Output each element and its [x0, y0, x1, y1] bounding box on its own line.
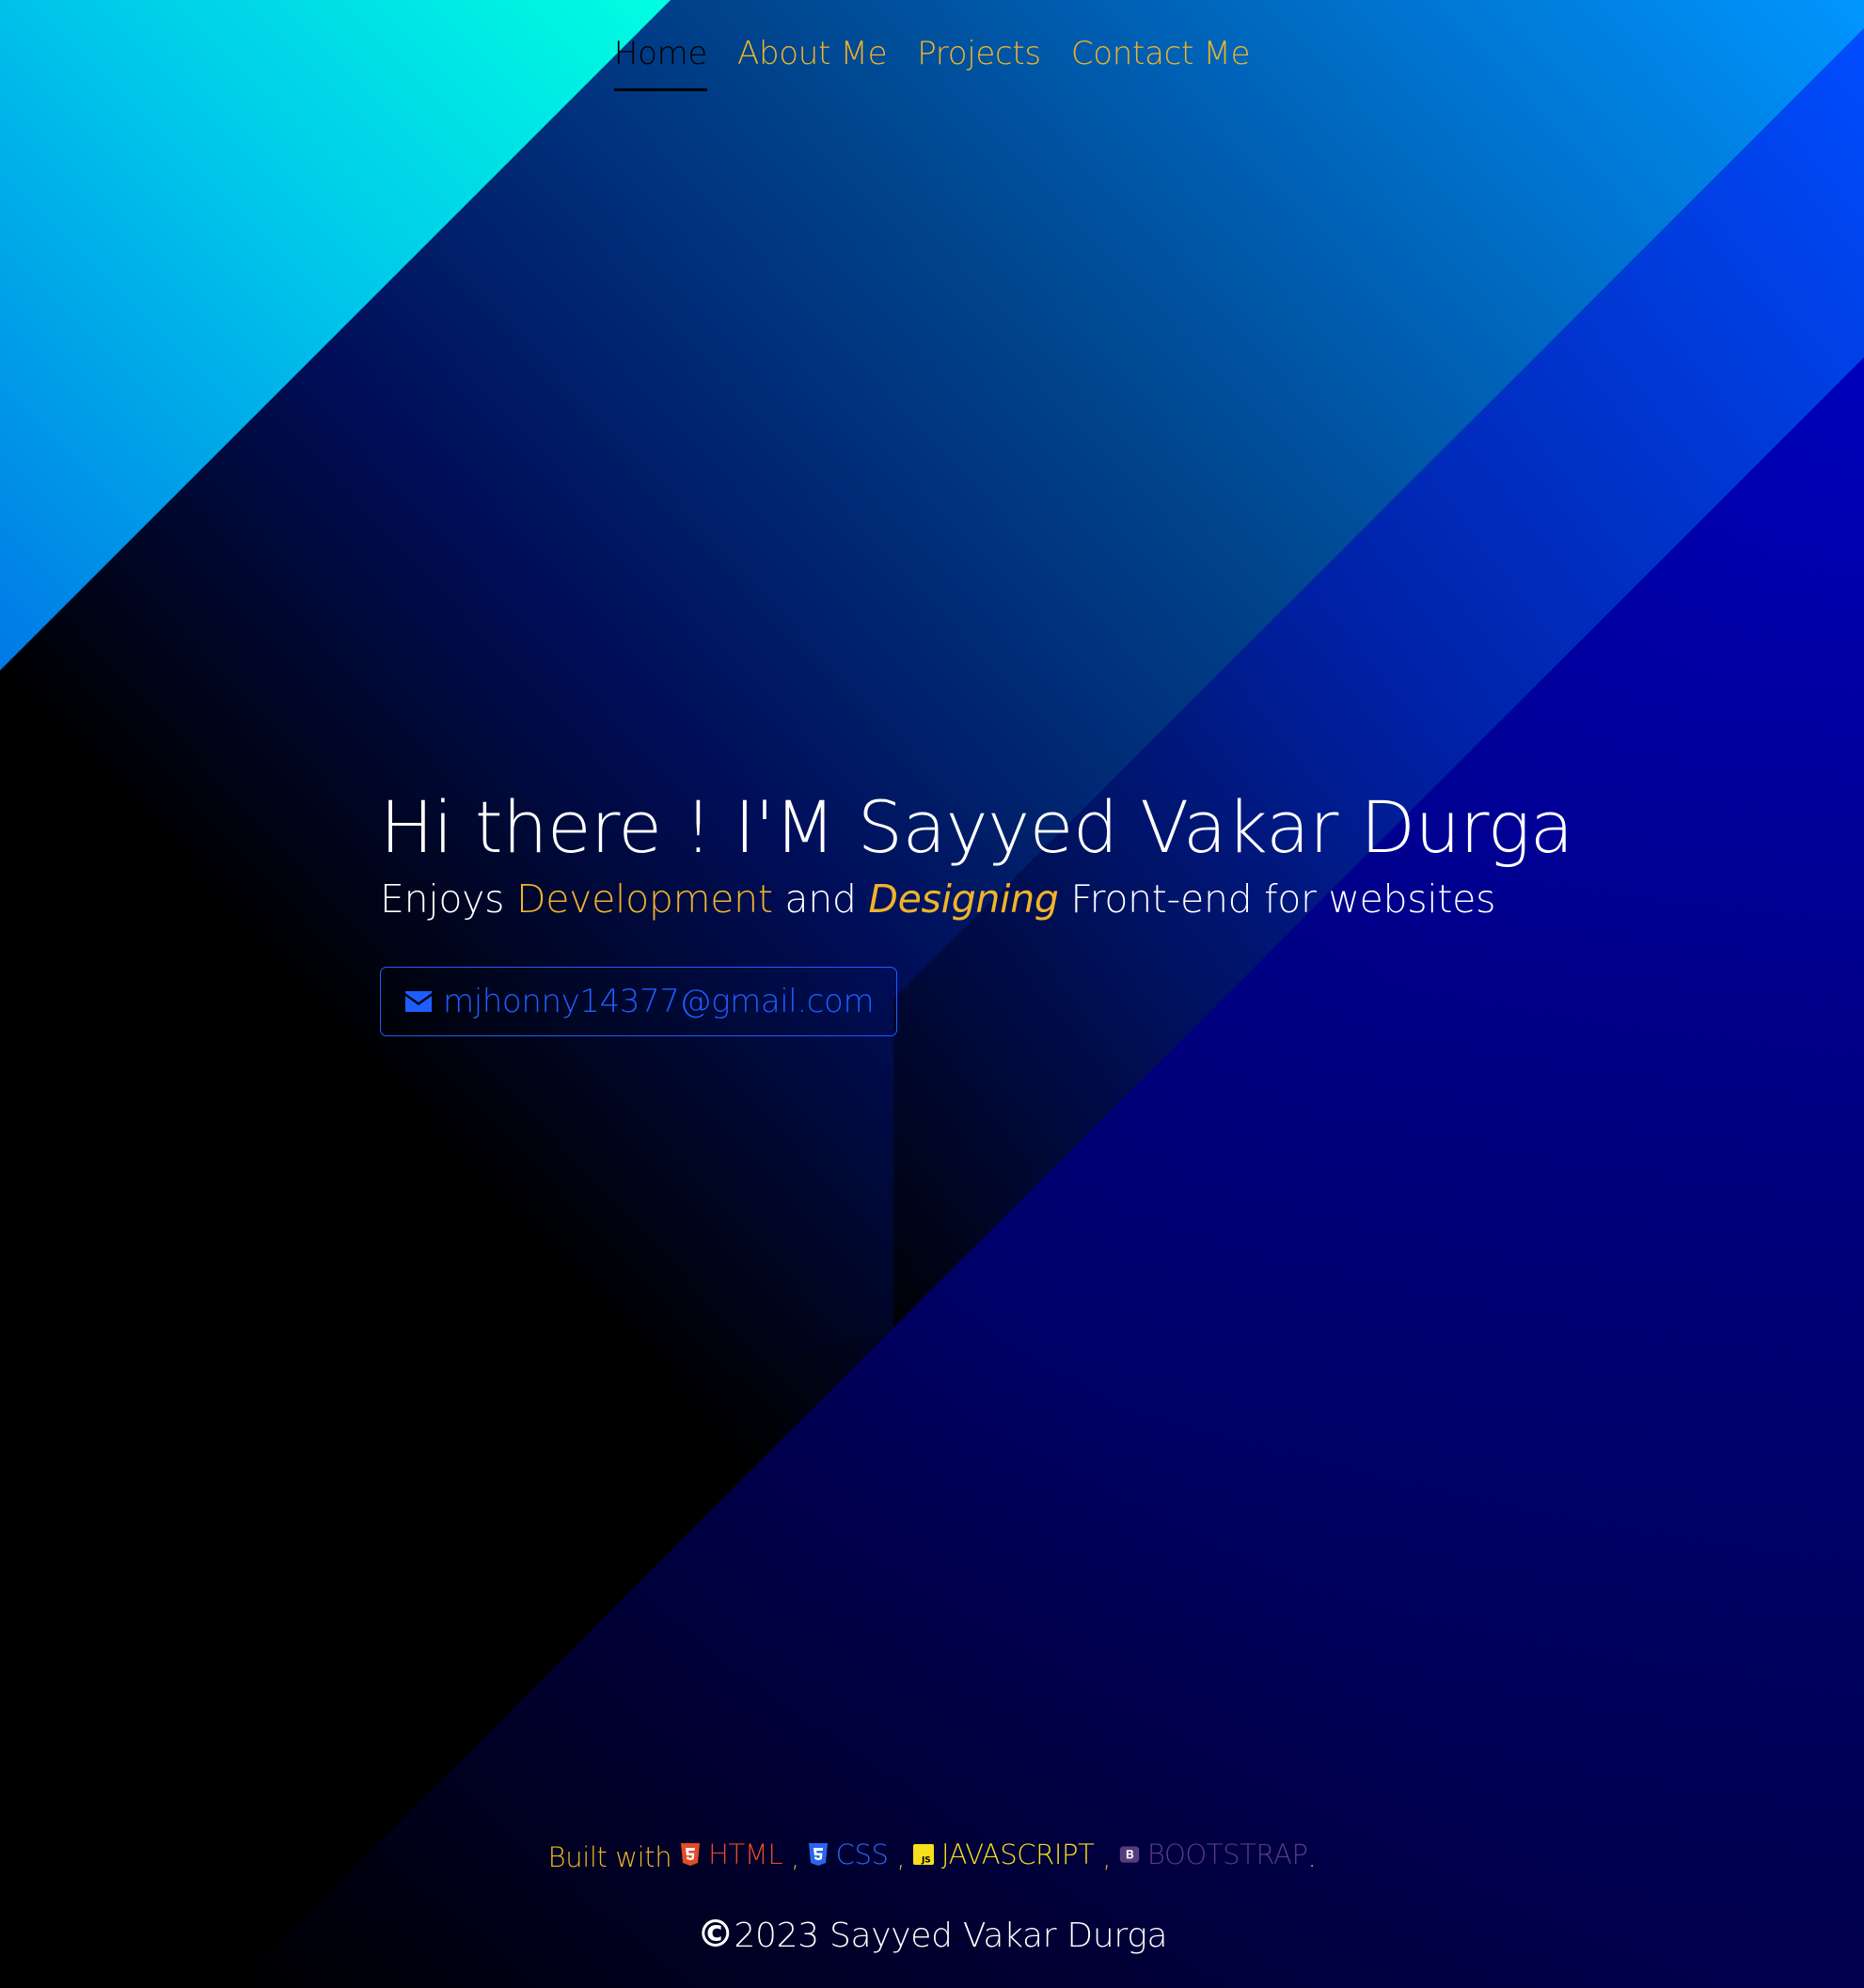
hero-subtitle: Enjoys Development and Designing Front-e… — [380, 873, 1603, 925]
built-with-label: Built with — [547, 1841, 672, 1873]
main-navigation: Home About Me Projects Contact Me — [0, 32, 1864, 91]
nav-link-contact-me[interactable]: Contact Me — [1071, 32, 1251, 88]
tech-html: HTML — [680, 1836, 783, 1873]
tech-html-label: HTML — [708, 1838, 783, 1870]
tech-javascript: JS JAVASCRIPT — [912, 1836, 1095, 1873]
nav-list: Home About Me Projects Contact Me — [613, 32, 1251, 91]
css3-icon — [808, 1843, 828, 1866]
svg-text:JS: JS — [921, 1854, 930, 1865]
hero-section: Hi there ! I'M Sayyed Vakar Durga Enjoys… — [380, 782, 1603, 1036]
email-address: mjhonny14377@gmail.com — [443, 983, 875, 1020]
nav-link-home[interactable]: Home — [613, 32, 707, 91]
built-with-line: Built with HTML , CSS , JS JAVASCRIPT , — [0, 1836, 1864, 1876]
separator-2: , — [888, 1841, 906, 1873]
envelope-icon — [405, 991, 432, 1012]
subtitle-text-1: Enjoys — [380, 876, 516, 922]
footer: Built with HTML , CSS , JS JAVASCRIPT , — [0, 1836, 1864, 1959]
tech-css: CSS — [808, 1836, 889, 1873]
email-button[interactable]: mjhonny14377@gmail.com — [380, 967, 898, 1036]
tech-bootstrap: BOOTSTRAP — [1119, 1836, 1308, 1873]
html5-icon — [681, 1843, 701, 1866]
subtitle-text-3: Front-end for websites — [1058, 876, 1496, 922]
tech-javascript-label: JAVASCRIPT — [940, 1838, 1095, 1870]
copyright-text: 2023 Sayyed Vakar Durga — [734, 1917, 1168, 1955]
nav-link-projects[interactable]: Projects — [917, 32, 1041, 88]
separator-4: . — [1307, 1841, 1317, 1873]
separator-3: , — [1094, 1841, 1112, 1873]
copyright: ©2023 Sayyed Vakar Durga — [0, 1912, 1864, 1959]
bootstrap-icon — [1119, 1846, 1140, 1863]
js-icon: JS — [912, 1844, 934, 1865]
nav-link-about-me[interactable]: About Me — [737, 32, 887, 88]
hero-title: Hi there ! I'M Sayyed Vakar Durga — [380, 785, 1573, 869]
subtitle-text-2: and — [772, 876, 869, 922]
subtitle-highlight-designing: Designing — [868, 876, 1059, 922]
copyright-icon: © — [696, 1913, 735, 1956]
tech-bootstrap-label: BOOTSTRAP — [1146, 1838, 1308, 1870]
separator-1: , — [782, 1841, 799, 1873]
subtitle-highlight-development: Development — [515, 876, 773, 922]
tech-css-label: CSS — [835, 1838, 889, 1870]
